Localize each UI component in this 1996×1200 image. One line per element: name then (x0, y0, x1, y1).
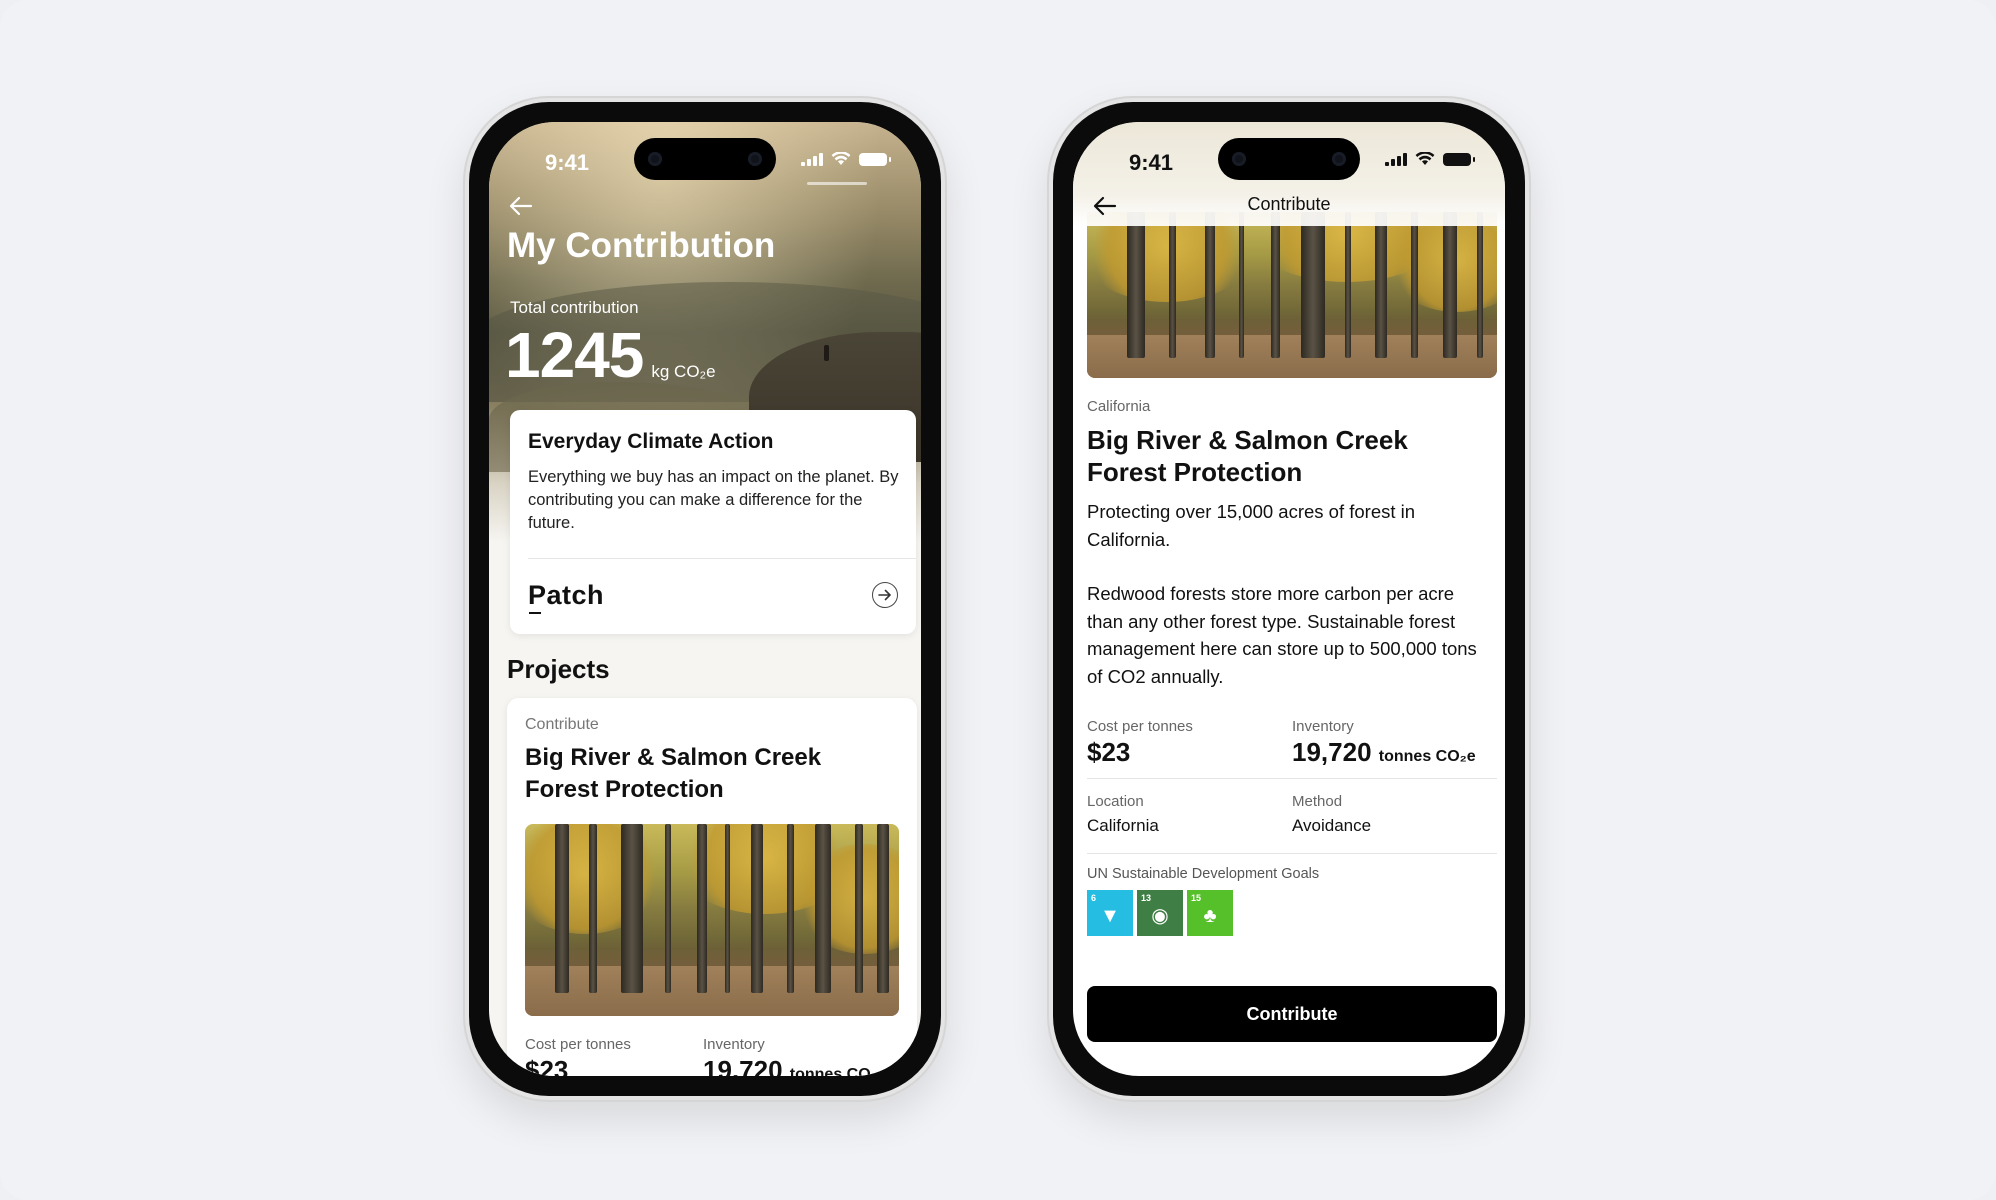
phone-my-contribution: 9:41 My Contribution Total contribution … (463, 96, 947, 1102)
project-summary: Protecting over 15,000 acres of forest i… (1087, 501, 1416, 550)
sdg-badges: 6 ▼ 13 ◉ 15 ♣ (1087, 890, 1233, 936)
water-drop-icon: ▼ (1100, 905, 1120, 927)
project-title: Big River & Salmon Creek Forest Protecti… (525, 744, 822, 803)
canvas: 9:41 My Contribution Total contribution … (0, 0, 1996, 1200)
inventory-label: Inventory (703, 1036, 765, 1053)
project-stats: Cost per tonnes $23 Inventory 19,720 ton… (525, 1036, 905, 1076)
status-time: 9:41 (545, 150, 590, 175)
page-title: My Contribution (507, 226, 776, 265)
inventory-unit: tonnes CO₂e (1378, 748, 1476, 765)
nav-title: Contribute (1247, 194, 1331, 214)
arrow-left-icon (509, 196, 533, 216)
location-label: Location (1087, 793, 1144, 810)
inventory: 19,720 tonnes CO₂e (703, 1055, 887, 1076)
location-value: California (1087, 816, 1159, 835)
location-eyebrow: California (1087, 398, 1151, 415)
total-contribution-label: Total contribution (510, 298, 639, 317)
wifi-icon (831, 152, 851, 165)
inventory-unit: tonnes CO₂e (789, 1066, 887, 1076)
details-row: Cost per tonnes $23 Inventory 19,720 ton… (1087, 714, 1497, 779)
status-icons (1385, 152, 1475, 166)
cost-label: Cost per tonnes (1087, 718, 1193, 735)
battery-icon (1443, 152, 1475, 166)
cost-value: $23 (1087, 737, 1131, 767)
inventory-label: Inventory (1292, 718, 1354, 735)
status-time: 9:41 (1129, 150, 1174, 175)
project-forest-image (525, 824, 899, 1016)
phone-contribute: 9:41 Contribute California Big River & S… (1047, 96, 1531, 1102)
signal-icon (1385, 152, 1407, 166)
contribute-button[interactable]: Contribute (1087, 986, 1497, 1042)
total-contribution-value: 1245 (505, 319, 644, 391)
project-title: Big River & Salmon Creek Forest Protecti… (1087, 425, 1408, 487)
wifi-icon (1415, 152, 1435, 165)
sdg-label: UN Sustainable Development Goals (1087, 866, 1320, 882)
signal-icon (801, 152, 823, 166)
back-button[interactable] (503, 188, 539, 224)
method-value: Avoidance (1292, 816, 1372, 835)
sdg-13-badge[interactable]: 13 ◉ (1137, 890, 1183, 936)
inventory-value: 19,720 (1292, 737, 1372, 767)
screen-my-contribution: 9:41 My Contribution Total contribution … (489, 122, 921, 1076)
project-details-grid: Cost per tonnes $23 Inventory 19,720 ton… (1087, 714, 1497, 854)
tree-icon: ♣ (1203, 905, 1217, 927)
eye-earth-icon: ◉ (1151, 905, 1169, 927)
screen-contribute: 9:41 Contribute California Big River & S… (1073, 122, 1505, 1076)
arrow-right-circle-icon[interactable] (872, 582, 898, 608)
cost-value: $23 (525, 1055, 569, 1076)
method-label: Method (1292, 793, 1343, 810)
climate-action-card: Everyday Climate Action Everything we bu… (510, 410, 916, 634)
project-description: Redwood forests store more carbon per ac… (1087, 583, 1477, 687)
inventory: 19,720 tonnes CO₂e (1292, 737, 1497, 768)
projects-heading: Projects (507, 654, 610, 684)
total-contribution: 1245 kg CO₂e (505, 318, 716, 392)
dynamic-island (634, 138, 776, 180)
details-row: Location California Method Avoidance (1087, 779, 1497, 854)
project-card[interactable]: Contribute Big River & Salmon Creek Fore… (507, 698, 917, 1076)
dynamic-island (1218, 138, 1360, 180)
sdg-15-badge[interactable]: 15 ♣ (1187, 890, 1233, 936)
project-eyebrow: Contribute (525, 716, 599, 733)
cost-label: Cost per tonnes (525, 1036, 631, 1053)
climate-card-title: Everyday Climate Action (528, 430, 774, 453)
sdg-6-badge[interactable]: 6 ▼ (1087, 890, 1133, 936)
inventory-value: 19,720 (703, 1055, 783, 1076)
status-icons (801, 152, 891, 166)
project-forest-image (1087, 212, 1497, 378)
battery-icon (859, 152, 891, 166)
divider (528, 558, 916, 559)
patch-logo[interactable]: Patch (528, 580, 604, 614)
total-contribution-unit: kg CO₂e (651, 362, 716, 381)
climate-card-body: Everything we buy has an impact on the p… (528, 468, 899, 532)
